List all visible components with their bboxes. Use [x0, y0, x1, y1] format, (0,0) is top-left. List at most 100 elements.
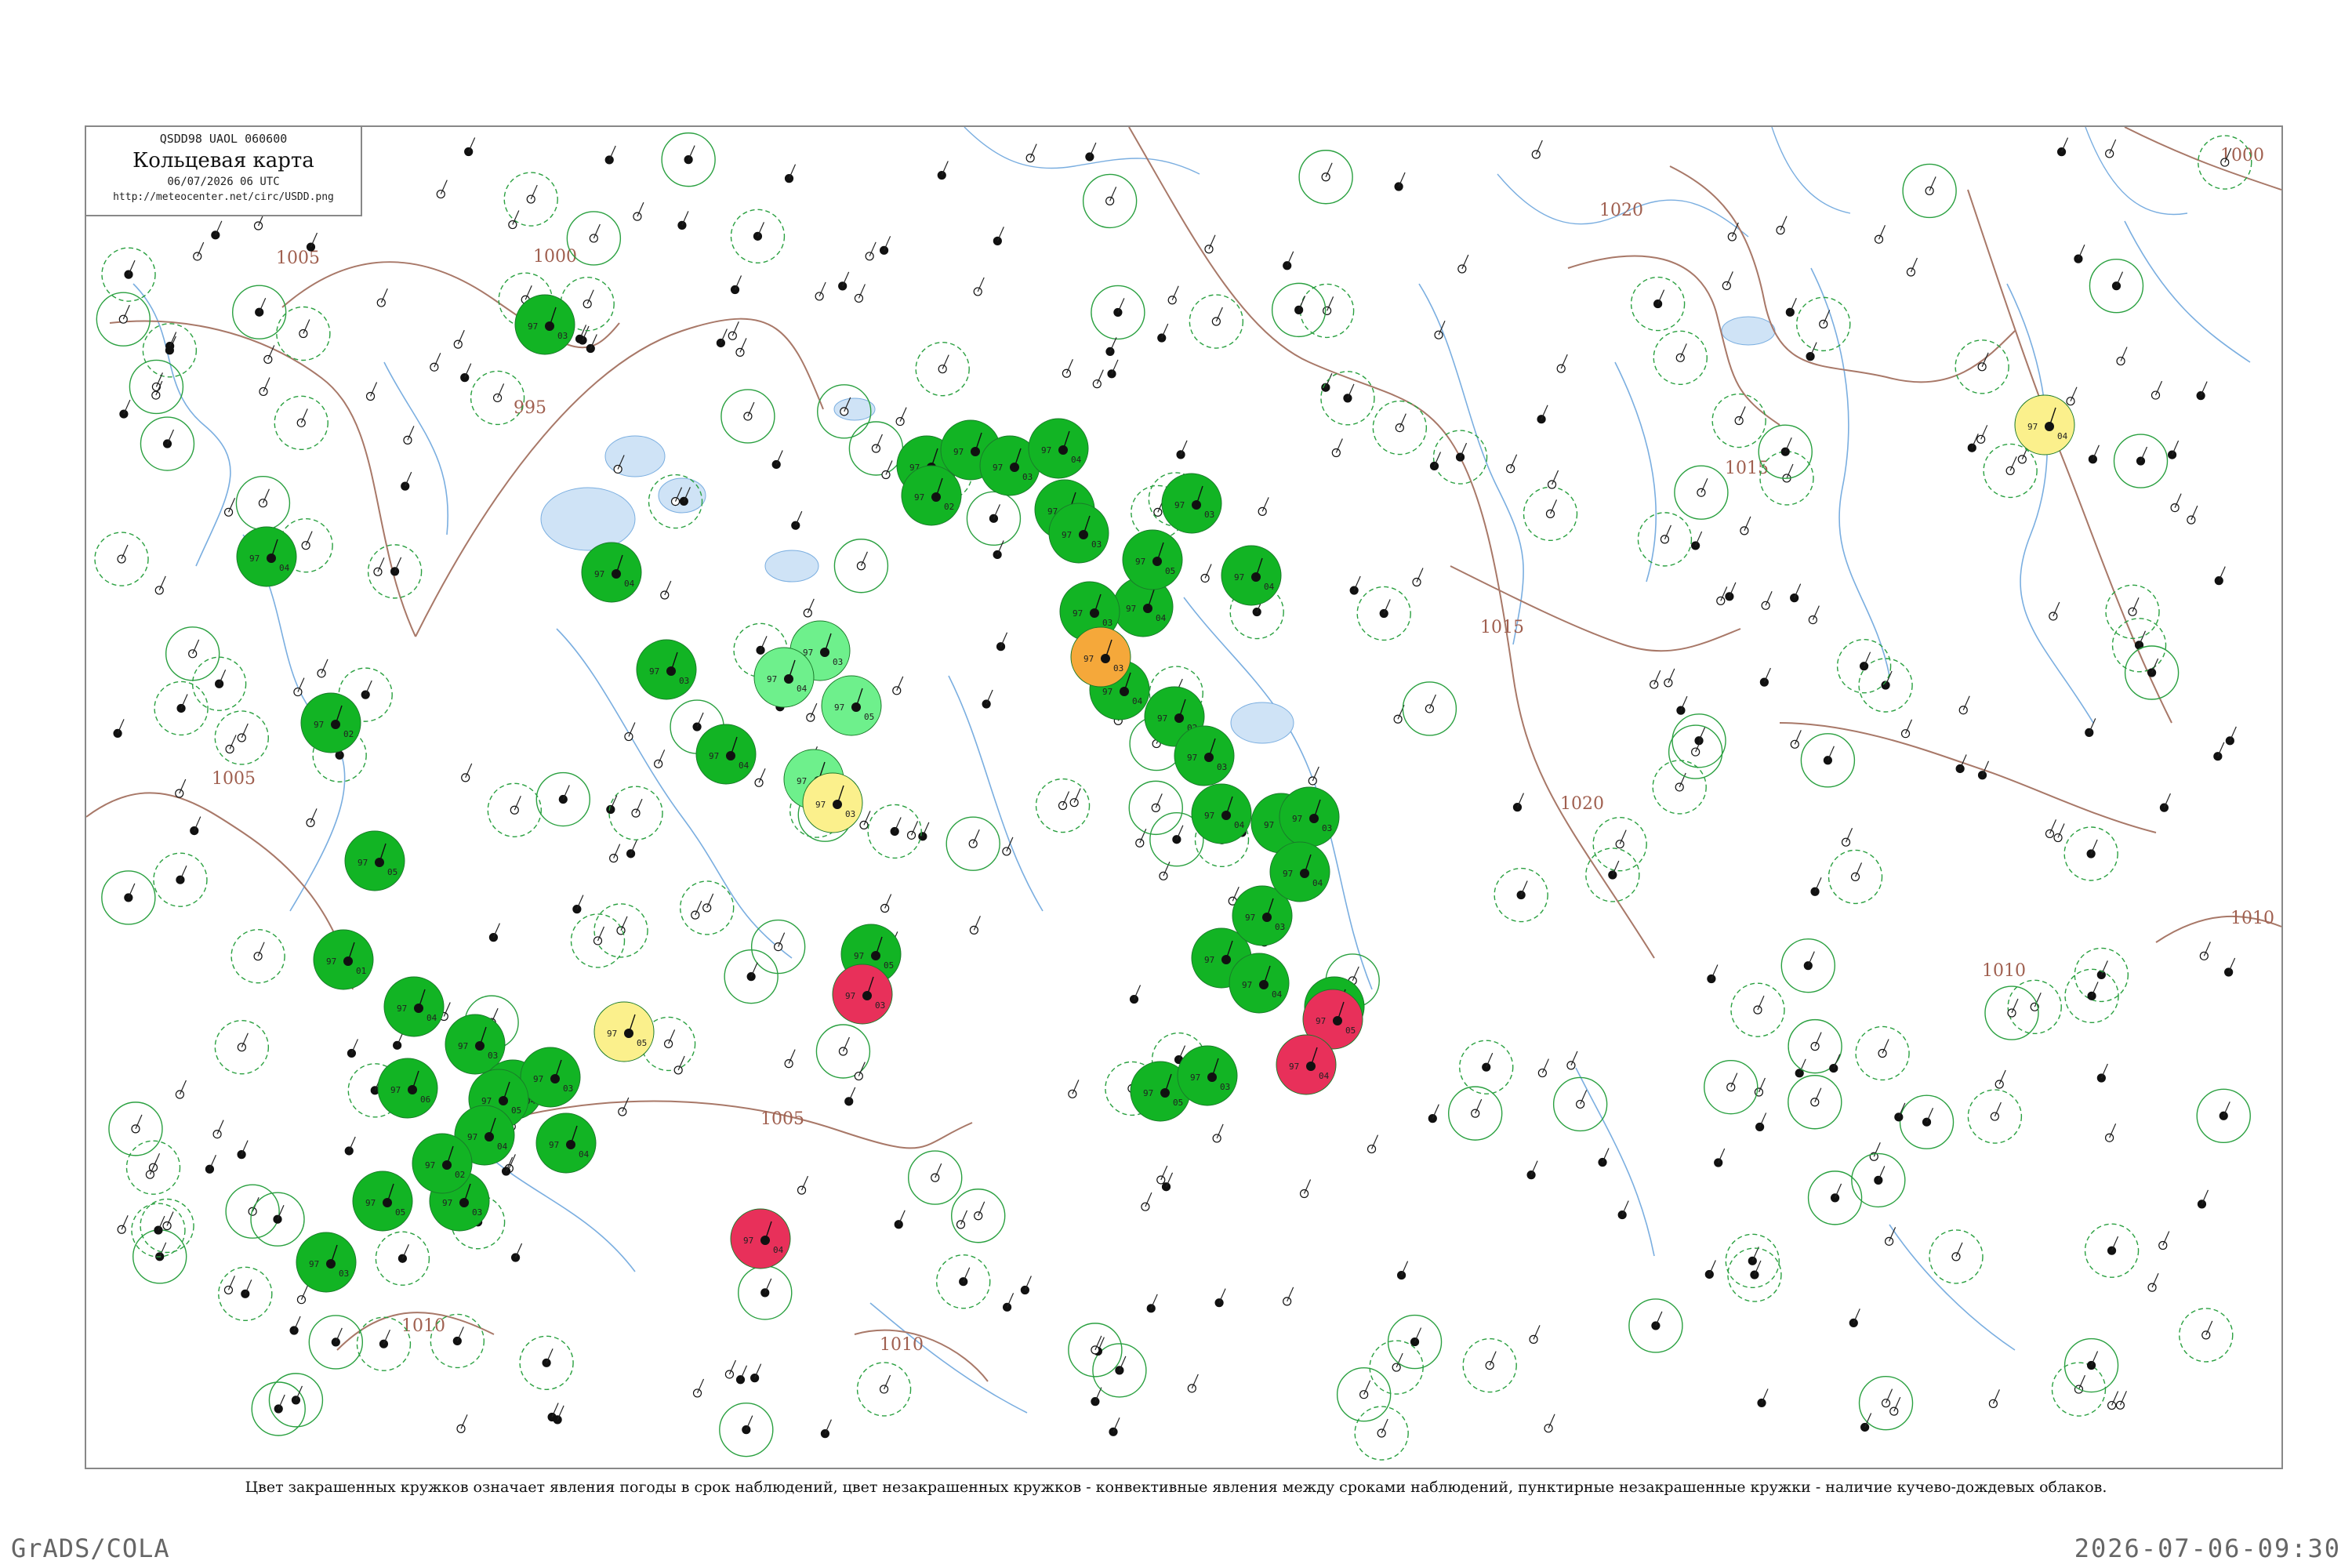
station-marker: [1279, 786, 1340, 848]
highlighted-station[interactable]: 97 03: [1048, 503, 1109, 564]
highlighted-station[interactable]: 97 05: [593, 1001, 655, 1062]
highlighted-station[interactable]: 97 03: [1279, 786, 1340, 848]
station-plot: [1146, 1294, 1158, 1313]
highlighted-station[interactable]: 97 03: [1070, 626, 1131, 688]
highlighted-station[interactable]: 97 03: [832, 964, 893, 1025]
highlighted-station[interactable]: 97 02: [412, 1133, 473, 1194]
station-pressure: 03: [1275, 922, 1285, 932]
highlighted-station[interactable]: 97 03: [802, 772, 863, 833]
station-plot: [720, 389, 775, 444]
station-plot: [1958, 695, 1970, 715]
station-plot: [2116, 347, 2128, 366]
station-plot: [754, 768, 766, 787]
station-plot: [750, 1363, 762, 1383]
highlighted-station[interactable]: 97 04: [581, 542, 642, 603]
highlighted-station[interactable]: 97 03: [1161, 473, 1222, 534]
station-plot: [1428, 1104, 1439, 1123]
station-temp: 97: [594, 569, 604, 579]
highlighted-station[interactable]: 97 04: [2014, 394, 2075, 456]
station-pressure: 04: [497, 1142, 508, 1152]
station-plot: [2158, 1231, 2170, 1250]
station-plot: [131, 1203, 186, 1258]
station-plot: [1855, 1025, 1910, 1081]
station-plot: [854, 284, 866, 303]
station-plot: [2096, 1063, 2108, 1083]
station-plot: [214, 710, 269, 765]
highlighted-station[interactable]: 97 02: [901, 465, 962, 526]
station-plot: [1800, 733, 1856, 788]
station-temp: 97: [249, 554, 260, 564]
isobar-label: 1010: [880, 1335, 924, 1355]
highlighted-station[interactable]: 97 03: [520, 1047, 581, 1108]
station-plot: [1002, 1293, 1014, 1312]
station-plot: [119, 399, 131, 419]
station-plot: [1187, 1374, 1199, 1393]
station-plot: [1899, 1094, 1955, 1149]
highlighted-station[interactable]: 97 04: [1276, 1034, 1337, 1095]
highlighted-station[interactable]: 97 01: [313, 929, 374, 990]
station-plot: [1156, 1165, 1168, 1185]
highlighted-station[interactable]: 97 04: [1269, 841, 1330, 902]
highlighted-station[interactable]: 97 04: [535, 1112, 597, 1174]
station-pressure: 04: [797, 684, 808, 694]
station-temp: 97: [442, 1198, 452, 1208]
station-plot: [951, 1189, 1006, 1243]
highlighted-station[interactable]: 97 03: [1174, 725, 1235, 786]
station-temp: 97: [649, 666, 659, 677]
station-plot: [1628, 1298, 1683, 1353]
map-canvas: 1000100599510051005101010101020102010151…: [86, 127, 2281, 1461]
highlighted-station[interactable]: 97 04: [730, 1208, 791, 1269]
station-plot: [306, 808, 318, 827]
highlighted-station[interactable]: 97 05: [821, 675, 882, 736]
station-plot: [1523, 486, 1578, 542]
station-plot: [225, 735, 237, 754]
station-pressure: 05: [395, 1207, 405, 1218]
highlighted-station[interactable]: 97 04: [695, 724, 757, 785]
highlighted-station[interactable]: 97 04: [236, 526, 297, 587]
highlighted-station[interactable]: 97 05: [352, 1171, 413, 1232]
station-plot: [1810, 877, 1822, 896]
highlighted-station[interactable]: 97 02: [300, 692, 361, 753]
station-plot: [2053, 823, 2065, 843]
station-plot: [1025, 143, 1037, 163]
station-temp: 97: [467, 1132, 477, 1142]
station-plot: [1157, 323, 1169, 343]
station-plot: [289, 1316, 301, 1335]
station-plot: [401, 471, 412, 491]
highlighted-station[interactable]: 97 04: [383, 976, 445, 1037]
station-plot: [894, 1210, 906, 1229]
station-plot: [464, 137, 476, 157]
station-temp: 97: [458, 1041, 468, 1051]
station-plot: [1349, 575, 1361, 595]
highlighted-station[interactable]: 97 04: [1229, 953, 1290, 1014]
station-temp: 97: [1102, 687, 1112, 697]
highlighted-station[interactable]: 97 03: [296, 1232, 357, 1293]
station-temp: 97: [797, 776, 807, 786]
station-temp: 97: [1289, 1062, 1299, 1072]
station-plot: [1331, 438, 1343, 458]
highlighted-station[interactable]: 97 04: [1221, 545, 1282, 606]
highlighted-station[interactable]: 97 04: [1191, 783, 1252, 844]
highlighted-station[interactable]: 97 05: [1122, 529, 1183, 590]
station-plot: [1402, 681, 1457, 736]
station-temp: 97: [1174, 500, 1185, 510]
map-url[interactable]: http://meteocenter.net/circ/USDD.png: [86, 191, 361, 203]
highlighted-station[interactable]: 97 03: [1177, 1045, 1238, 1106]
station-plot: [1994, 1069, 2006, 1089]
station-pressure: 04: [2057, 431, 2068, 441]
station-temp: 97: [1190, 1073, 1200, 1083]
station-plot: [856, 1362, 912, 1417]
station-plot: [2214, 566, 2226, 586]
highlighted-station[interactable]: 97 03: [514, 294, 575, 355]
highlighted-station[interactable]: 97 05: [344, 830, 405, 891]
highlighted-station[interactable]: 97 03: [636, 639, 697, 700]
station-pressure: 03: [472, 1207, 482, 1218]
station-plot: [1141, 1192, 1152, 1211]
highlighted-station[interactable]: 97 04: [1028, 418, 1089, 479]
highlighted-station[interactable]: 97 06: [377, 1058, 438, 1119]
highlighted-station[interactable]: 97 04: [753, 647, 815, 708]
station-pressure: 04: [1264, 582, 1275, 592]
station-pressure: 03: [679, 676, 689, 686]
station-marker: [300, 692, 361, 753]
footer-credit: GrADS/COLA: [11, 1534, 170, 1563]
